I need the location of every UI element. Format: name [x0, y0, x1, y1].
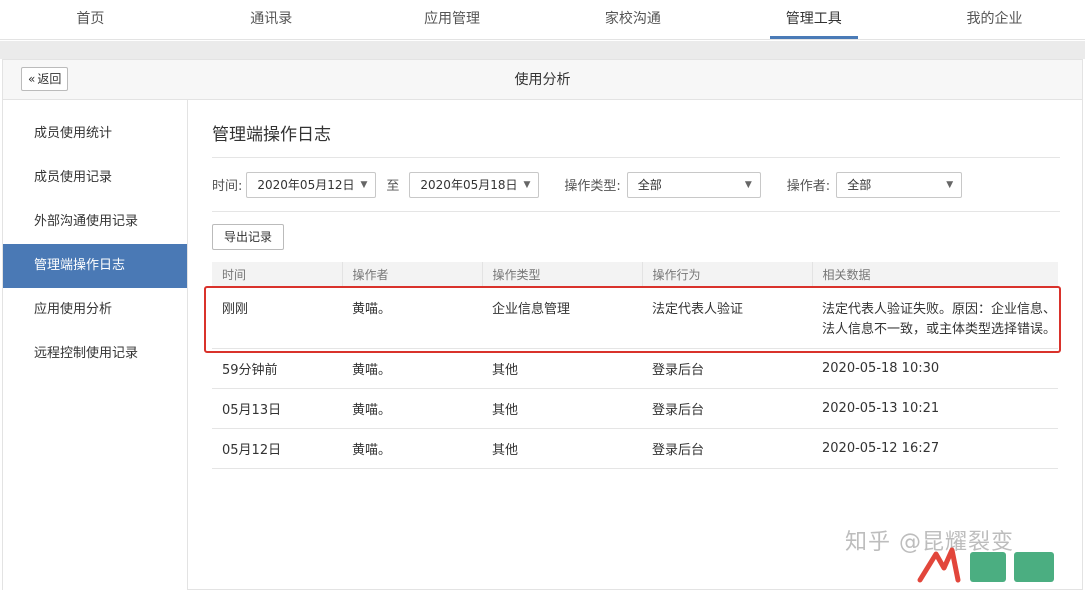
table-row[interactable]: 59分钟前 黄喵。 其他 登录后台 2020-05-18 10:30: [212, 348, 1058, 389]
cell-time: 59分钟前: [212, 348, 342, 389]
cell-operator: 黄喵。: [342, 388, 482, 429]
cell-action: 法定代表人验证: [642, 286, 812, 349]
cell-data: 2020-05-13 10:21: [812, 388, 1058, 429]
table-header-row: 时间 操作者 操作类型 操作行为 相关数据: [212, 262, 1058, 286]
cell-operator: 黄喵。: [342, 286, 482, 349]
column-header-time: 时间: [212, 262, 343, 286]
cell-type: 企业信息管理: [482, 286, 642, 349]
nav-tab-apps[interactable]: 应用管理: [362, 0, 543, 39]
panel-header: « 返回 使用分析: [3, 60, 1082, 100]
column-header-type: 操作类型: [482, 262, 643, 286]
cell-type: 其他: [482, 348, 642, 389]
operator-label: 操作者:: [786, 179, 831, 194]
sidebar-item-app-analysis[interactable]: 应用使用分析: [3, 288, 187, 332]
operation-type-select[interactable]: 全部 ▼: [626, 171, 761, 198]
table-row[interactable]: 刚刚 黄喵。 企业信息管理 法定代表人验证 法定代表人验证失败。原因：企业信息、…: [212, 286, 1058, 349]
chevron-down-icon: ▼: [360, 179, 368, 190]
cell-operator: 黄喵。: [342, 348, 482, 389]
operator-select[interactable]: 全部 ▼: [836, 171, 963, 198]
cell-time: 刚刚: [212, 286, 342, 349]
end-date-picker[interactable]: 2020年05月18日 ▼: [409, 171, 540, 198]
cell-action: 登录后台: [642, 428, 812, 469]
start-date-value: 2020年05月12日: [257, 177, 355, 192]
nav-tab-my-company[interactable]: 我的企业: [904, 0, 1085, 39]
start-date-picker[interactable]: 2020年05月12日 ▼: [246, 171, 377, 198]
time-label: 时间:: [212, 179, 243, 194]
watermark-logo: [917, 547, 1054, 583]
operation-type-label: 操作类型:: [564, 179, 621, 194]
content-area: 管理端操作日志 时间: 2020年05月12日 ▼ 至 2020年05月18日 …: [212, 100, 1060, 469]
nav-tab-home[interactable]: 首页: [0, 0, 181, 39]
cell-type: 其他: [482, 428, 642, 469]
chevron-down-icon: ▼: [946, 179, 954, 190]
sidebar: 成员使用统计 成员使用记录 外部沟通使用记录 管理端操作日志 应用使用分析 远程…: [3, 100, 188, 590]
sidebar-item-member-stats[interactable]: 成员使用统计: [3, 112, 187, 156]
panel-title: 使用分析: [514, 72, 571, 88]
chevron-down-icon: ▼: [744, 179, 752, 190]
nav-tab-admin-tools[interactable]: 管理工具: [723, 0, 904, 39]
sidebar-item-member-records[interactable]: 成员使用记录: [3, 156, 187, 200]
main-panel: « 返回 使用分析 成员使用统计 成员使用记录 外部沟通使用记录 管理端操作日志…: [2, 59, 1083, 590]
cell-time: 05月12日: [212, 428, 342, 469]
column-header-data: 相关数据: [812, 262, 1058, 286]
end-date-value: 2020年05月18日: [420, 177, 518, 192]
cell-action: 登录后台: [642, 348, 812, 389]
cell-data: 法定代表人验证失败。原因：企业信息、法人信息不一致，或主体类型选择错误。: [812, 286, 1058, 349]
nav-tab-contacts[interactable]: 通讯录: [181, 0, 362, 39]
table-row[interactable]: 05月12日 黄喵。 其他 登录后台 2020-05-12 16:27: [212, 428, 1058, 469]
cell-type: 其他: [482, 388, 642, 429]
operator-value: 全部: [847, 177, 872, 192]
page-title: 管理端操作日志: [212, 120, 1060, 158]
to-label: 至: [386, 179, 400, 194]
sidebar-item-admin-log[interactable]: 管理端操作日志: [3, 244, 187, 288]
table-row[interactable]: 05月13日 黄喵。 其他 登录后台 2020-05-13 10:21: [212, 388, 1058, 429]
column-header-operator: 操作者: [342, 262, 483, 286]
cell-action: 登录后台: [642, 388, 812, 429]
chevron-down-icon: ▼: [523, 179, 531, 190]
sidebar-item-remote-control[interactable]: 远程控制使用记录: [3, 332, 187, 376]
separator-bar: [0, 41, 1085, 59]
top-nav: 首页 通讯录 应用管理 家校沟通 管理工具 我的企业: [0, 0, 1085, 40]
cell-operator: 黄喵。: [342, 428, 482, 469]
log-table: 时间 操作者 操作类型 操作行为 相关数据 刚刚 黄喵。 企业信息管理 法定代表…: [212, 262, 1058, 469]
sidebar-item-external-records[interactable]: 外部沟通使用记录: [3, 200, 187, 244]
column-header-action: 操作行为: [642, 262, 813, 286]
filter-bar: 时间: 2020年05月12日 ▼ 至 2020年05月18日 ▼ 操作类型: …: [212, 158, 1060, 212]
nav-tab-school[interactable]: 家校沟通: [542, 0, 723, 39]
export-button[interactable]: 导出记录: [212, 224, 285, 250]
operation-type-value: 全部: [637, 177, 662, 192]
cell-time: 05月13日: [212, 388, 342, 429]
cell-data: 2020-05-12 16:27: [812, 428, 1058, 469]
cell-data: 2020-05-18 10:30: [812, 348, 1058, 389]
